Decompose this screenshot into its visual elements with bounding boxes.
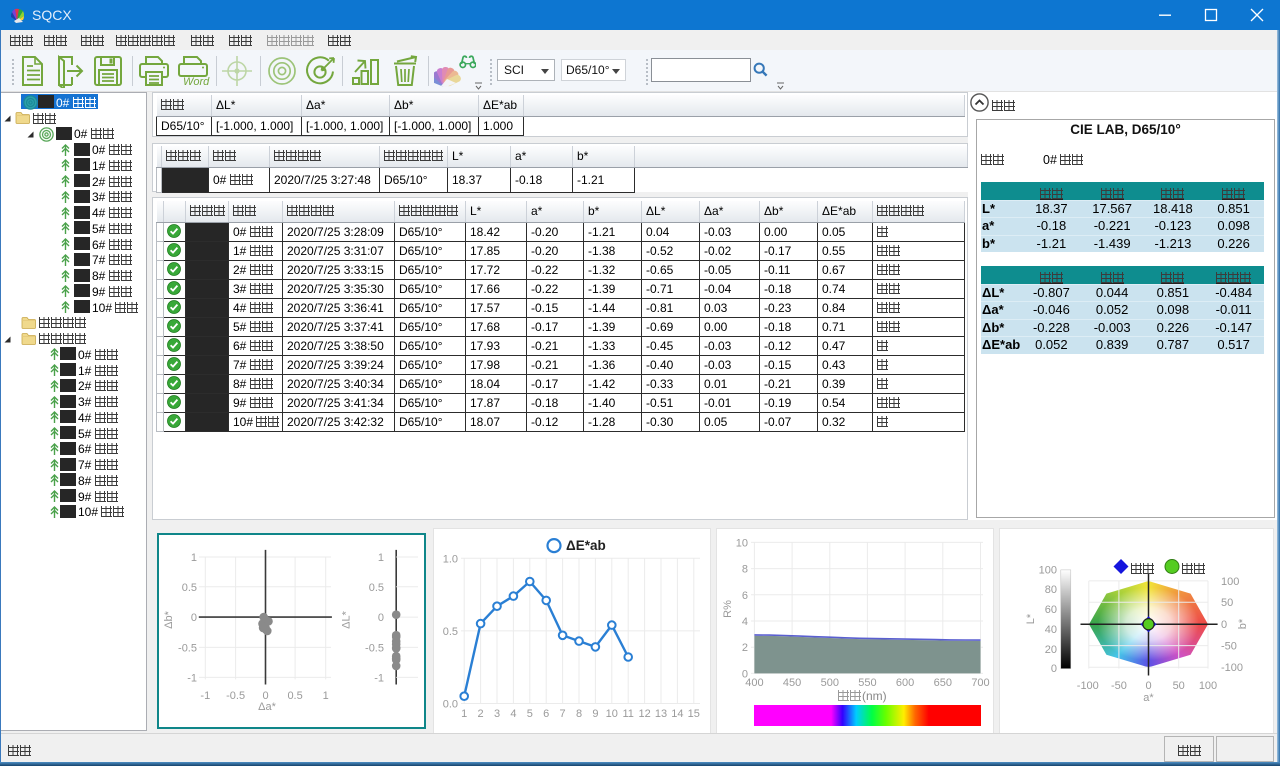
svg-text:100: 100 xyxy=(1039,564,1057,576)
svg-text:1.0: 1.0 xyxy=(443,553,458,565)
svg-text:4: 4 xyxy=(742,616,748,628)
svg-text:a*: a* xyxy=(1143,692,1154,704)
svg-text:0.5: 0.5 xyxy=(182,582,197,594)
svg-text:700: 700 xyxy=(971,677,989,689)
svg-text:L*: L* xyxy=(1025,613,1037,624)
svg-text:0.5: 0.5 xyxy=(443,626,458,638)
svg-text:11: 11 xyxy=(622,708,633,720)
svg-text:20: 20 xyxy=(1045,644,1057,656)
svg-text:550: 550 xyxy=(858,677,876,689)
svg-text:6: 6 xyxy=(543,708,549,720)
svg-text:R%: R% xyxy=(722,600,734,618)
svg-text:8: 8 xyxy=(576,708,582,720)
svg-text:13: 13 xyxy=(655,708,667,720)
svg-text:0: 0 xyxy=(378,612,384,624)
svg-text:100: 100 xyxy=(1221,576,1239,588)
svg-text:1: 1 xyxy=(378,552,384,564)
svg-text:Δb*: Δb* xyxy=(163,610,175,628)
svg-text:-0.5: -0.5 xyxy=(365,642,384,654)
svg-text:-0.5: -0.5 xyxy=(226,690,245,702)
svg-text:ΔL*: ΔL* xyxy=(341,610,353,628)
svg-text:15: 15 xyxy=(688,708,700,720)
svg-text:500: 500 xyxy=(821,677,839,689)
svg-text:0: 0 xyxy=(1221,619,1227,631)
svg-text:-50: -50 xyxy=(1221,641,1237,653)
svg-text:60: 60 xyxy=(1045,604,1057,616)
svg-text:b*: b* xyxy=(1237,618,1249,629)
svg-text:-1: -1 xyxy=(374,672,384,684)
svg-text:12: 12 xyxy=(638,708,650,720)
svg-text:-1: -1 xyxy=(187,672,197,684)
svg-text:0: 0 xyxy=(1051,663,1057,675)
svg-text:0.0: 0.0 xyxy=(443,699,458,711)
svg-text:1: 1 xyxy=(461,708,467,720)
svg-text:Δa*: Δa* xyxy=(258,701,276,713)
svg-text:10: 10 xyxy=(736,537,748,549)
svg-text:0: 0 xyxy=(742,668,748,680)
svg-text:8: 8 xyxy=(742,564,748,576)
svg-text:0: 0 xyxy=(191,612,197,624)
svg-text:-1: -1 xyxy=(200,690,210,702)
svg-text:-50: -50 xyxy=(1111,680,1127,692)
svg-text:0: 0 xyxy=(1145,680,1151,692)
svg-text:50: 50 xyxy=(1173,680,1185,692)
svg-text:2: 2 xyxy=(742,642,748,654)
svg-text:80: 80 xyxy=(1045,584,1057,596)
svg-text:6: 6 xyxy=(742,590,748,602)
svg-text:100: 100 xyxy=(1199,680,1217,692)
svg-text:5: 5 xyxy=(527,708,533,720)
svg-text:-100: -100 xyxy=(1077,680,1099,692)
svg-text:1: 1 xyxy=(191,552,197,564)
svg-text:450: 450 xyxy=(783,677,801,689)
svg-text:-0.5: -0.5 xyxy=(178,642,197,654)
svg-text:9: 9 xyxy=(592,708,598,720)
svg-text:50: 50 xyxy=(1221,597,1233,609)
svg-text:0.5: 0.5 xyxy=(287,690,302,702)
svg-text:40: 40 xyxy=(1045,624,1057,636)
svg-text:7: 7 xyxy=(560,708,566,720)
svg-text:3: 3 xyxy=(494,708,500,720)
svg-text:14: 14 xyxy=(671,708,683,720)
svg-text:4: 4 xyxy=(510,708,516,720)
svg-text:10: 10 xyxy=(606,708,618,720)
svg-text:1: 1 xyxy=(323,690,329,702)
svg-text:650: 650 xyxy=(934,677,952,689)
svg-text:ΔE*ab: ΔE*ab xyxy=(566,538,606,553)
svg-text:600: 600 xyxy=(896,677,914,689)
svg-text:2: 2 xyxy=(478,708,484,720)
svg-text:0.5: 0.5 xyxy=(369,582,384,594)
svg-text:Word: Word xyxy=(183,76,210,88)
svg-text:-100: -100 xyxy=(1221,662,1243,674)
